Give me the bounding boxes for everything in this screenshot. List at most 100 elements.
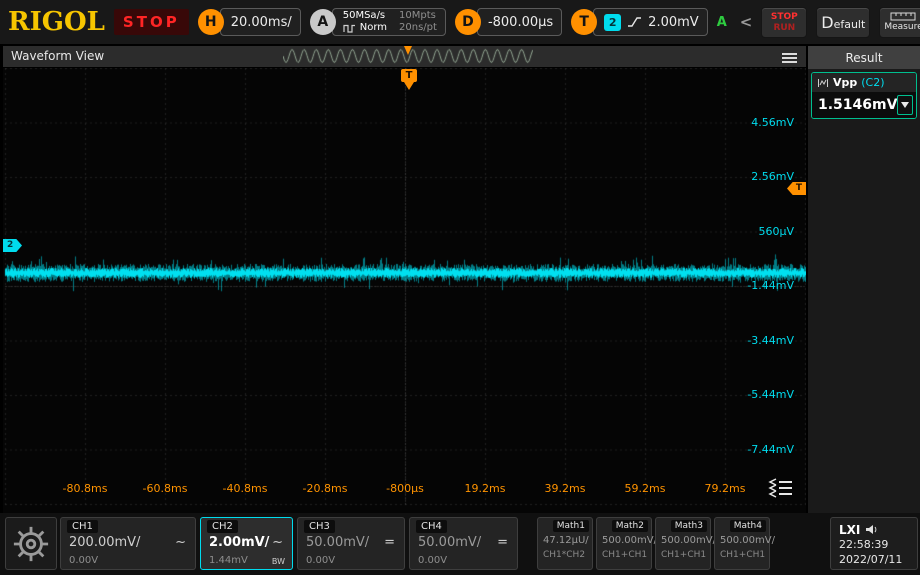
delay-group: D -800.00µs bbox=[455, 8, 562, 36]
math2-scale: 500.00mV/ bbox=[602, 535, 657, 546]
time-label: 19.2ms bbox=[465, 482, 506, 495]
clock-date: 2022/07/11 bbox=[839, 552, 909, 567]
horizontal-scale-box[interactable]: 20.00ms/ bbox=[220, 8, 301, 36]
measurement-value: 1.5146mV bbox=[818, 97, 897, 113]
delay-box[interactable]: -800.00µs bbox=[477, 8, 562, 36]
acquisition-box[interactable]: 50MSa/s 10Mpts Norm 20ns/pt bbox=[332, 8, 446, 36]
acquisition-knob[interactable]: A bbox=[310, 9, 336, 35]
sample-rate: 50MSa/s bbox=[343, 10, 387, 22]
voltage-label: 2.56mV bbox=[751, 170, 794, 183]
measurement-card[interactable]: Vpp (C2) 1.5146mV bbox=[811, 72, 917, 119]
trigger-position-flag: T bbox=[401, 69, 417, 82]
lxi-label: LXI bbox=[839, 523, 860, 537]
channel3-offset: 0.00V bbox=[306, 555, 335, 566]
math3-tab: Math3 bbox=[671, 520, 707, 532]
trigger-position-marker[interactable]: T bbox=[401, 69, 417, 90]
measurement-source: (C2) bbox=[861, 76, 884, 89]
measurement-value-row: 1.5146mV bbox=[812, 92, 916, 118]
voltage-label: 560µV bbox=[758, 225, 794, 238]
settings-button[interactable] bbox=[5, 517, 57, 570]
math3-expression: CH1+CH1 bbox=[661, 550, 706, 560]
math2-tab: Math2 bbox=[612, 520, 648, 532]
voltage-label: -5.44mV bbox=[747, 388, 794, 401]
clock-time: 22:58:39 bbox=[839, 537, 909, 552]
horizontal-group: H 20.00ms/ bbox=[198, 8, 301, 36]
rigol-logo: RIGOL bbox=[8, 0, 105, 44]
math3-box[interactable]: Math3 500.00mV/ CH1+CH1 bbox=[655, 517, 711, 570]
measurement-name: Vpp bbox=[833, 76, 857, 89]
math2-expression: CH1+CH1 bbox=[602, 550, 647, 560]
time-label: -20.8ms bbox=[303, 482, 348, 495]
expand-results-icon[interactable] bbox=[768, 478, 794, 502]
measurement-dropdown-button[interactable] bbox=[897, 95, 913, 115]
math4-tab: Math4 bbox=[730, 520, 766, 532]
run-state-badge[interactable]: STOP bbox=[114, 9, 189, 35]
math4-expression: CH1+CH1 bbox=[720, 550, 765, 560]
speaker-icon bbox=[865, 524, 878, 535]
lxi-status-box[interactable]: LXI 22:58:39 2022/07/11 bbox=[830, 517, 918, 570]
channel3-box[interactable]: CH3 50.00mV/ = 0.00V bbox=[297, 517, 405, 570]
time-label: -40.8ms bbox=[223, 482, 268, 495]
trigger-position-tip-icon bbox=[404, 82, 414, 90]
stop-run-button[interactable]: STOP RUN bbox=[761, 7, 807, 38]
math1-tab: Math1 bbox=[553, 520, 589, 532]
stop-label: STOP bbox=[771, 12, 798, 22]
trigger-status: A bbox=[717, 15, 727, 30]
channel1-scale: 200.00mV/ bbox=[69, 535, 140, 550]
menu-icon[interactable] bbox=[782, 51, 797, 65]
voltage-label: 4.56mV bbox=[751, 116, 794, 129]
top-bar: RIGOL STOP H 20.00ms/ A 50MSa/s 10Mpts N… bbox=[0, 0, 920, 44]
ruler-icon bbox=[890, 12, 916, 21]
bandwidth-limit-badge: BW bbox=[272, 557, 285, 566]
math1-box[interactable]: Math1 47.12µU/ CH1*CH2 bbox=[537, 517, 593, 570]
math1-scale: 47.12µU/ bbox=[543, 535, 589, 546]
channel2-box[interactable]: CH2 2.00mV/ ~ 1.44mV BW bbox=[200, 517, 293, 570]
voltage-label: -7.44mV bbox=[747, 443, 794, 456]
waveform-grid: T 2 T 4.56mV2.56mV560µV-1.44mV-3.44mV-5.… bbox=[3, 68, 806, 514]
horizontal-knob[interactable]: H bbox=[198, 9, 224, 35]
channel4-scale: 50.00mV/ bbox=[418, 535, 481, 550]
memory-preview[interactable] bbox=[283, 47, 533, 65]
ac-coupling-icon: ~ bbox=[175, 535, 186, 550]
measurement-header: Vpp (C2) bbox=[812, 73, 916, 92]
delay-knob[interactable]: D bbox=[455, 9, 481, 35]
time-label: -80.8ms bbox=[63, 482, 108, 495]
time-label: -60.8ms bbox=[143, 482, 188, 495]
voltage-label: -3.44mV bbox=[747, 334, 794, 347]
trigger-box[interactable]: 2 2.00mV bbox=[593, 8, 708, 36]
channel1-tab: CH1 bbox=[67, 520, 98, 533]
channel4-box[interactable]: CH4 50.00mV/ = 0.00V bbox=[409, 517, 518, 570]
result-panel-title: Result bbox=[808, 46, 920, 69]
channel3-scale: 50.00mV/ bbox=[306, 535, 369, 550]
dc-coupling-icon: = bbox=[384, 535, 395, 550]
default-button[interactable]: Default bbox=[816, 7, 870, 38]
ac-coupling-icon: ~ bbox=[272, 535, 283, 550]
result-panel: Result Vpp (C2) 1.5146mV bbox=[808, 46, 920, 513]
time-label: 59.2ms bbox=[625, 482, 666, 495]
math1-expression: CH1*CH2 bbox=[543, 550, 585, 560]
grid-waveform-canvas bbox=[3, 68, 806, 514]
bottom-bar: CH1 200.00mV/ ~ 0.00V CH2 2.00mV/ ~ 1.44… bbox=[0, 513, 920, 575]
trigger-knob[interactable]: T bbox=[571, 9, 597, 35]
math2-box[interactable]: Math2 500.00mV/ CH1+CH1 bbox=[596, 517, 652, 570]
voltage-label: -1.44mV bbox=[747, 279, 794, 292]
math4-scale: 500.00mV/ bbox=[720, 535, 775, 546]
channel3-tab: CH3 bbox=[304, 520, 335, 533]
math4-box[interactable]: Math4 500.00mV/ CH1+CH1 bbox=[714, 517, 770, 570]
measure-button[interactable]: Measure bbox=[879, 7, 920, 38]
oscilloscope-screen: RIGOL STOP H 20.00ms/ A 50MSa/s 10Mpts N… bbox=[0, 0, 920, 575]
time-label: -800µs bbox=[386, 482, 424, 495]
rising-edge-icon bbox=[627, 16, 642, 28]
channel2-offset: 1.44mV bbox=[209, 555, 248, 566]
channel1-box[interactable]: CH1 200.00mV/ ~ 0.00V bbox=[60, 517, 196, 570]
trigger-level-value: 2.00mV bbox=[648, 15, 699, 30]
time-resolution: 20ns/pt bbox=[399, 22, 437, 34]
default-label: Default bbox=[821, 13, 865, 32]
gear-icon bbox=[12, 525, 50, 563]
channel2-scale: 2.00mV/ bbox=[209, 535, 269, 550]
chevron-left-icon[interactable]: < bbox=[740, 13, 753, 31]
channel4-tab: CH4 bbox=[416, 520, 447, 533]
time-label: 39.2ms bbox=[545, 482, 586, 495]
preview-trigger-pointer-icon[interactable] bbox=[404, 46, 412, 55]
acquire-mode: Norm bbox=[360, 22, 387, 34]
